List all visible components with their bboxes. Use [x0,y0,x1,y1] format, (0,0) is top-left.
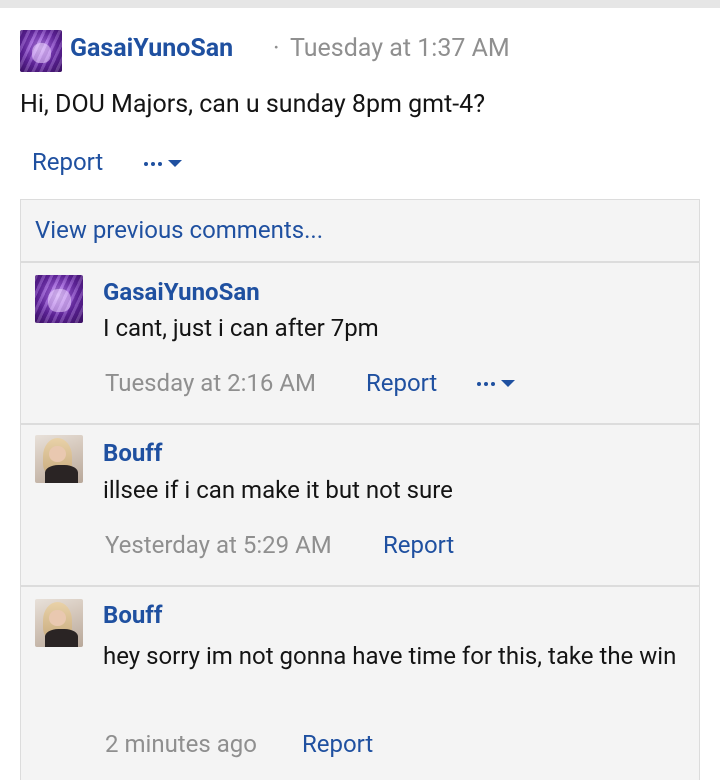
comment-timestamp[interactable]: 2 minutes ago [105,730,257,758]
top-divider [0,0,720,8]
commenter-avatar[interactable] [35,435,83,483]
comment-author-link[interactable]: Bouff [103,439,162,467]
comment-item: Bouff illsee if i can make it but not su… [21,425,699,585]
comment-author-link[interactable]: GasaiYunoSan [103,278,260,306]
author-avatar[interactable] [20,30,62,72]
comment-message: hey sorry im not gonna have time for thi… [103,642,677,670]
post-timestamp[interactable]: Tuesday at 1:37 AM [290,34,510,63]
comment-message: illsee if i can make it but not sure [103,476,453,504]
post-report-link[interactable]: Report [32,148,103,176]
comment-timestamp[interactable]: Yesterday at 5:29 AM [105,531,332,559]
comment-message: I cant, just i can after 7pm [103,314,379,342]
post-message: Hi, DOU Majors, can u sunday 8pm gmt-4? [20,90,486,119]
comment-report-link[interactable]: Report [383,531,454,559]
view-previous-comments-link[interactable]: View previous comments... [35,216,323,244]
commenter-avatar[interactable] [35,275,83,323]
caret-down-icon [168,160,182,167]
ellipsis-icon [144,161,162,166]
post-author-link[interactable]: GasaiYunoSan [70,34,233,63]
comment-item: Bouff hey sorry im not gonna have time f… [21,587,699,780]
comment-report-link[interactable]: Report [302,730,373,758]
comments-box: View previous comments... GasaiYunoSan I… [20,199,700,780]
ellipsis-icon [477,381,495,386]
meta-separator: · [273,34,280,63]
commenter-avatar[interactable] [35,599,83,647]
comment-item: GasaiYunoSan I cant, just i can after 7p… [21,263,699,423]
comment-more-menu-button[interactable] [477,380,515,387]
caret-down-icon [501,380,515,387]
comment-report-link[interactable]: Report [366,369,437,397]
comment-author-link[interactable]: Bouff [103,601,162,629]
post-more-menu-button[interactable] [144,160,182,167]
comment-timestamp[interactable]: Tuesday at 2:16 AM [105,369,316,397]
